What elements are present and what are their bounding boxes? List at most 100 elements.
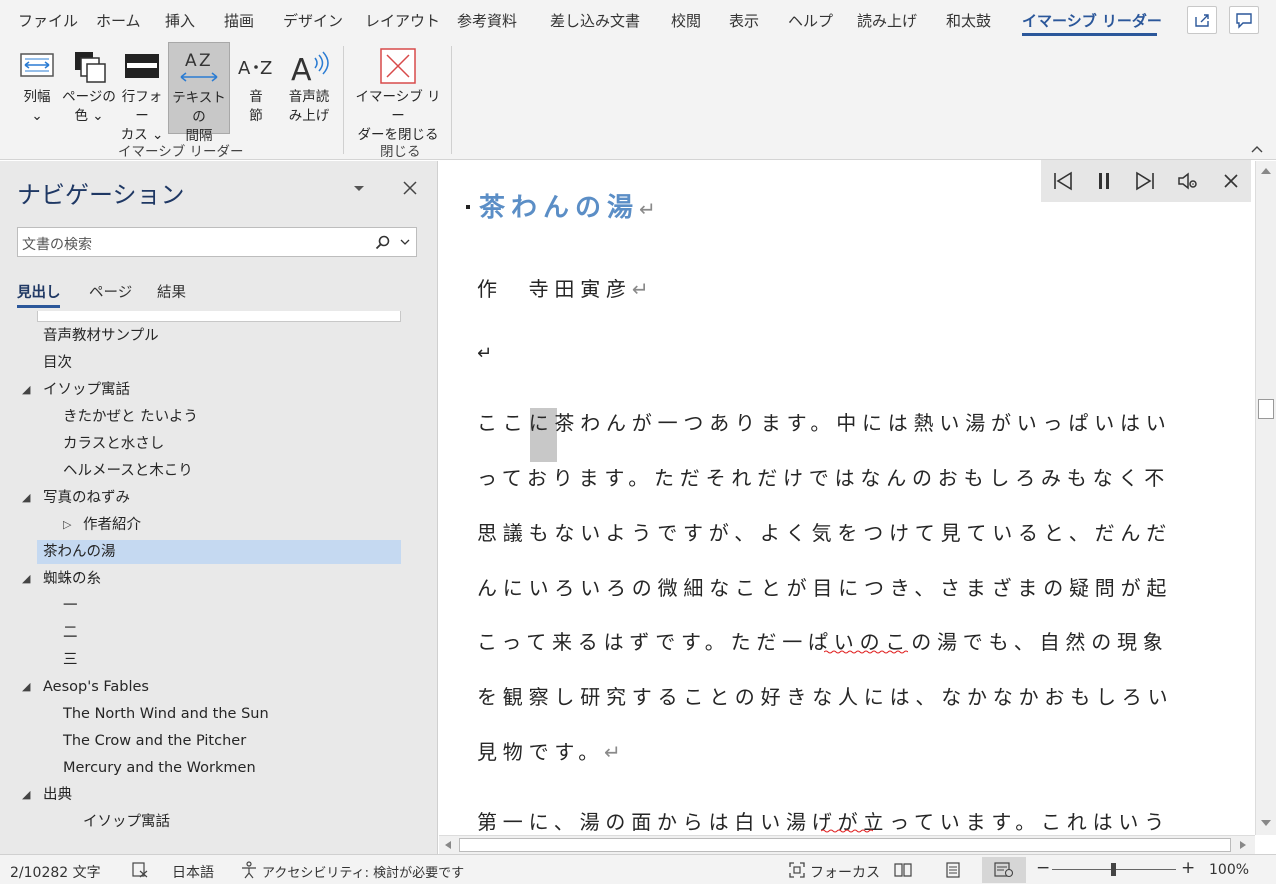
heading-item[interactable]: 写真のねずみ — [43, 486, 130, 510]
tab-file[interactable]: ファイル — [18, 10, 78, 31]
document-area[interactable]: 茶わんの湯↵ 作 寺田寅彦↵ ↵ ここに茶わんが一つあります。中には熱い湯がいっ… — [439, 161, 1254, 835]
next-paragraph-icon[interactable] — [1133, 170, 1157, 192]
zoom-level[interactable]: 100% — [1209, 862, 1249, 878]
heading-item[interactable]: Mercury and the Workmen — [63, 756, 256, 780]
heading-item[interactable]: カラスと水さし — [63, 432, 164, 456]
tab-mailings[interactable]: 差し込み文書 — [550, 10, 640, 31]
pause-icon[interactable] — [1092, 170, 1116, 192]
word-count[interactable]: 2/10282 文字 — [10, 862, 101, 882]
heading-item-selected[interactable]: 茶わんの湯 — [37, 540, 401, 564]
zoom-out-button[interactable]: − — [1036, 858, 1050, 878]
heading-item[interactable]: 蜘蛛の糸 — [43, 567, 101, 591]
accessibility-status[interactable]: アクセシビリティ: 検討が必要です — [262, 862, 464, 881]
focus-mode-button[interactable]: フォーカス — [810, 862, 880, 882]
tab-home[interactable]: ホーム — [96, 10, 141, 31]
page-color-button[interactable]: ページの 色 ⌄ — [62, 42, 116, 134]
svg-text:Z: Z — [199, 51, 211, 71]
close-icon[interactable] — [403, 181, 417, 195]
menu-bar: ファイル ホーム 挿入 描画 デザイン レイアウト 参考資料 差し込み文書 校閲… — [0, 0, 1276, 42]
scroll-right-icon[interactable] — [1239, 840, 1247, 850]
tab-pages[interactable]: ページ — [89, 281, 132, 302]
tab-help[interactable]: ヘルプ — [788, 10, 833, 31]
horizontal-scrollbar[interactable] — [439, 835, 1255, 854]
heading-item[interactable]: 三 — [63, 648, 78, 672]
language-indicator[interactable]: 日本語 — [172, 862, 214, 882]
heading-item[interactable]: Aesop's Fables — [43, 675, 149, 699]
horizontal-scroll-thumb[interactable] — [459, 838, 1231, 852]
column-width-button[interactable]: 列幅 ⌄ — [12, 42, 62, 134]
heading-item[interactable]: 一 — [63, 594, 78, 618]
heading-item[interactable]: The Crow and the Pitcher — [63, 729, 246, 753]
heading-item[interactable]: きたかぜと たいよう — [63, 405, 198, 429]
scroll-down-icon[interactable] — [1260, 819, 1272, 827]
heading-item[interactable]: イソップ寓話 — [43, 378, 130, 402]
tab-draw[interactable]: 描画 — [224, 10, 254, 31]
status-bar: 2/10282 文字 日本語 アクセシビリティ: 検討が必要です フォーカス −… — [0, 854, 1276, 884]
text-spacing-button[interactable]: AZ テキストの 間隔 — [168, 42, 230, 144]
tab-insert[interactable]: 挿入 — [165, 10, 195, 31]
collapse-triangle-icon[interactable]: ◢ — [22, 383, 30, 396]
syllables-icon: AZ — [238, 58, 272, 79]
search-placeholder: 文書の検索 — [22, 237, 92, 253]
expand-triangle-icon[interactable]: ▷ — [63, 518, 71, 531]
tab-results[interactable]: 結果 — [157, 281, 186, 302]
tab-review[interactable]: 校閲 — [671, 10, 701, 31]
scroll-thumb[interactable] — [1258, 399, 1274, 419]
active-tab-indicator — [1022, 33, 1157, 36]
tab-layout[interactable]: レイアウト — [365, 10, 440, 31]
vertical-scrollbar[interactable] — [1255, 161, 1276, 835]
document-line: 思議もないようですが、よく気をつけて見ていると、だんだ — [477, 521, 1172, 545]
scroll-up-icon[interactable] — [1260, 167, 1272, 175]
group-label-close: 閉じる — [380, 144, 421, 160]
zoom-in-button[interactable]: + — [1181, 858, 1195, 878]
heading-item[interactable]: イソップ寓話 — [83, 810, 170, 834]
scroll-left-icon[interactable] — [444, 840, 452, 850]
web-layout-button[interactable] — [982, 857, 1026, 883]
share-button[interactable] — [1187, 6, 1217, 34]
syllables-button[interactable]: AZ 音 節 — [232, 42, 280, 134]
nav-options-icon[interactable] — [353, 183, 365, 193]
previous-paragraph-icon[interactable] — [1051, 170, 1075, 192]
share-icon — [1195, 14, 1209, 27]
collapse-triangle-icon[interactable]: ◢ — [22, 491, 30, 504]
search-icon[interactable] — [375, 235, 391, 251]
collapse-ribbon-icon[interactable] — [1250, 144, 1264, 154]
group-separator — [451, 46, 452, 154]
heading-item[interactable]: 作者紹介 — [83, 513, 141, 537]
collapse-triangle-icon[interactable]: ◢ — [22, 680, 30, 693]
line-focus-icon — [125, 54, 159, 78]
proofing-icon[interactable] — [131, 862, 149, 878]
focus-icon[interactable] — [788, 861, 806, 879]
print-layout-icon[interactable] — [944, 862, 962, 878]
read-aloud-button[interactable]: A 音声読 み上げ — [282, 42, 336, 134]
document-line: っております。ただそれだけではなんのおもしろみもなく不 — [477, 466, 1170, 490]
comments-button[interactable] — [1229, 6, 1259, 34]
tab-design[interactable]: デザイン — [283, 10, 343, 31]
heading-item[interactable]: The North Wind and the Sun — [63, 702, 269, 726]
heading-item[interactable]: 二 — [63, 621, 78, 645]
close-immersive-reader-button[interactable]: イマーシブ リー ダーを閉じる — [350, 42, 446, 143]
collapse-triangle-icon[interactable]: ◢ — [22, 788, 30, 801]
heading-item[interactable]: 音声教材サンプル — [43, 324, 159, 348]
line-focus-button[interactable]: 行フォー カス ⌄ — [116, 42, 168, 143]
zoom-slider-thumb[interactable] — [1111, 863, 1116, 876]
document-line: んにいろいろの微細なことが目につき、さまざまの疑問が起 — [477, 576, 1173, 600]
tab-read-aloud[interactable]: 読み上げ — [857, 10, 917, 31]
tab-wadaiko[interactable]: 和太鼓 — [946, 10, 991, 31]
chevron-down-icon[interactable] — [400, 238, 410, 246]
tab-references[interactable]: 参考資料 — [457, 10, 517, 31]
nav-title: ナビゲーション — [17, 181, 185, 209]
collapse-triangle-icon[interactable]: ◢ — [22, 572, 30, 585]
voice-settings-icon[interactable] — [1176, 170, 1200, 192]
heading-item[interactable]: 出典 — [43, 783, 72, 807]
close-icon[interactable] — [1219, 170, 1243, 192]
tab-headings[interactable]: 見出し — [17, 281, 61, 302]
read-mode-icon[interactable] — [893, 862, 913, 878]
accessibility-icon[interactable] — [240, 861, 258, 879]
heading-item[interactable]: ヘルメースと木こり — [63, 459, 193, 483]
tab-immersive-reader[interactable]: イマーシブ リーダー — [1022, 10, 1162, 31]
tab-view[interactable]: 表示 — [729, 10, 759, 31]
search-input[interactable]: 文書の検索 — [17, 227, 417, 257]
web-layout-icon — [994, 862, 1014, 878]
heading-item[interactable]: 目次 — [43, 351, 72, 375]
